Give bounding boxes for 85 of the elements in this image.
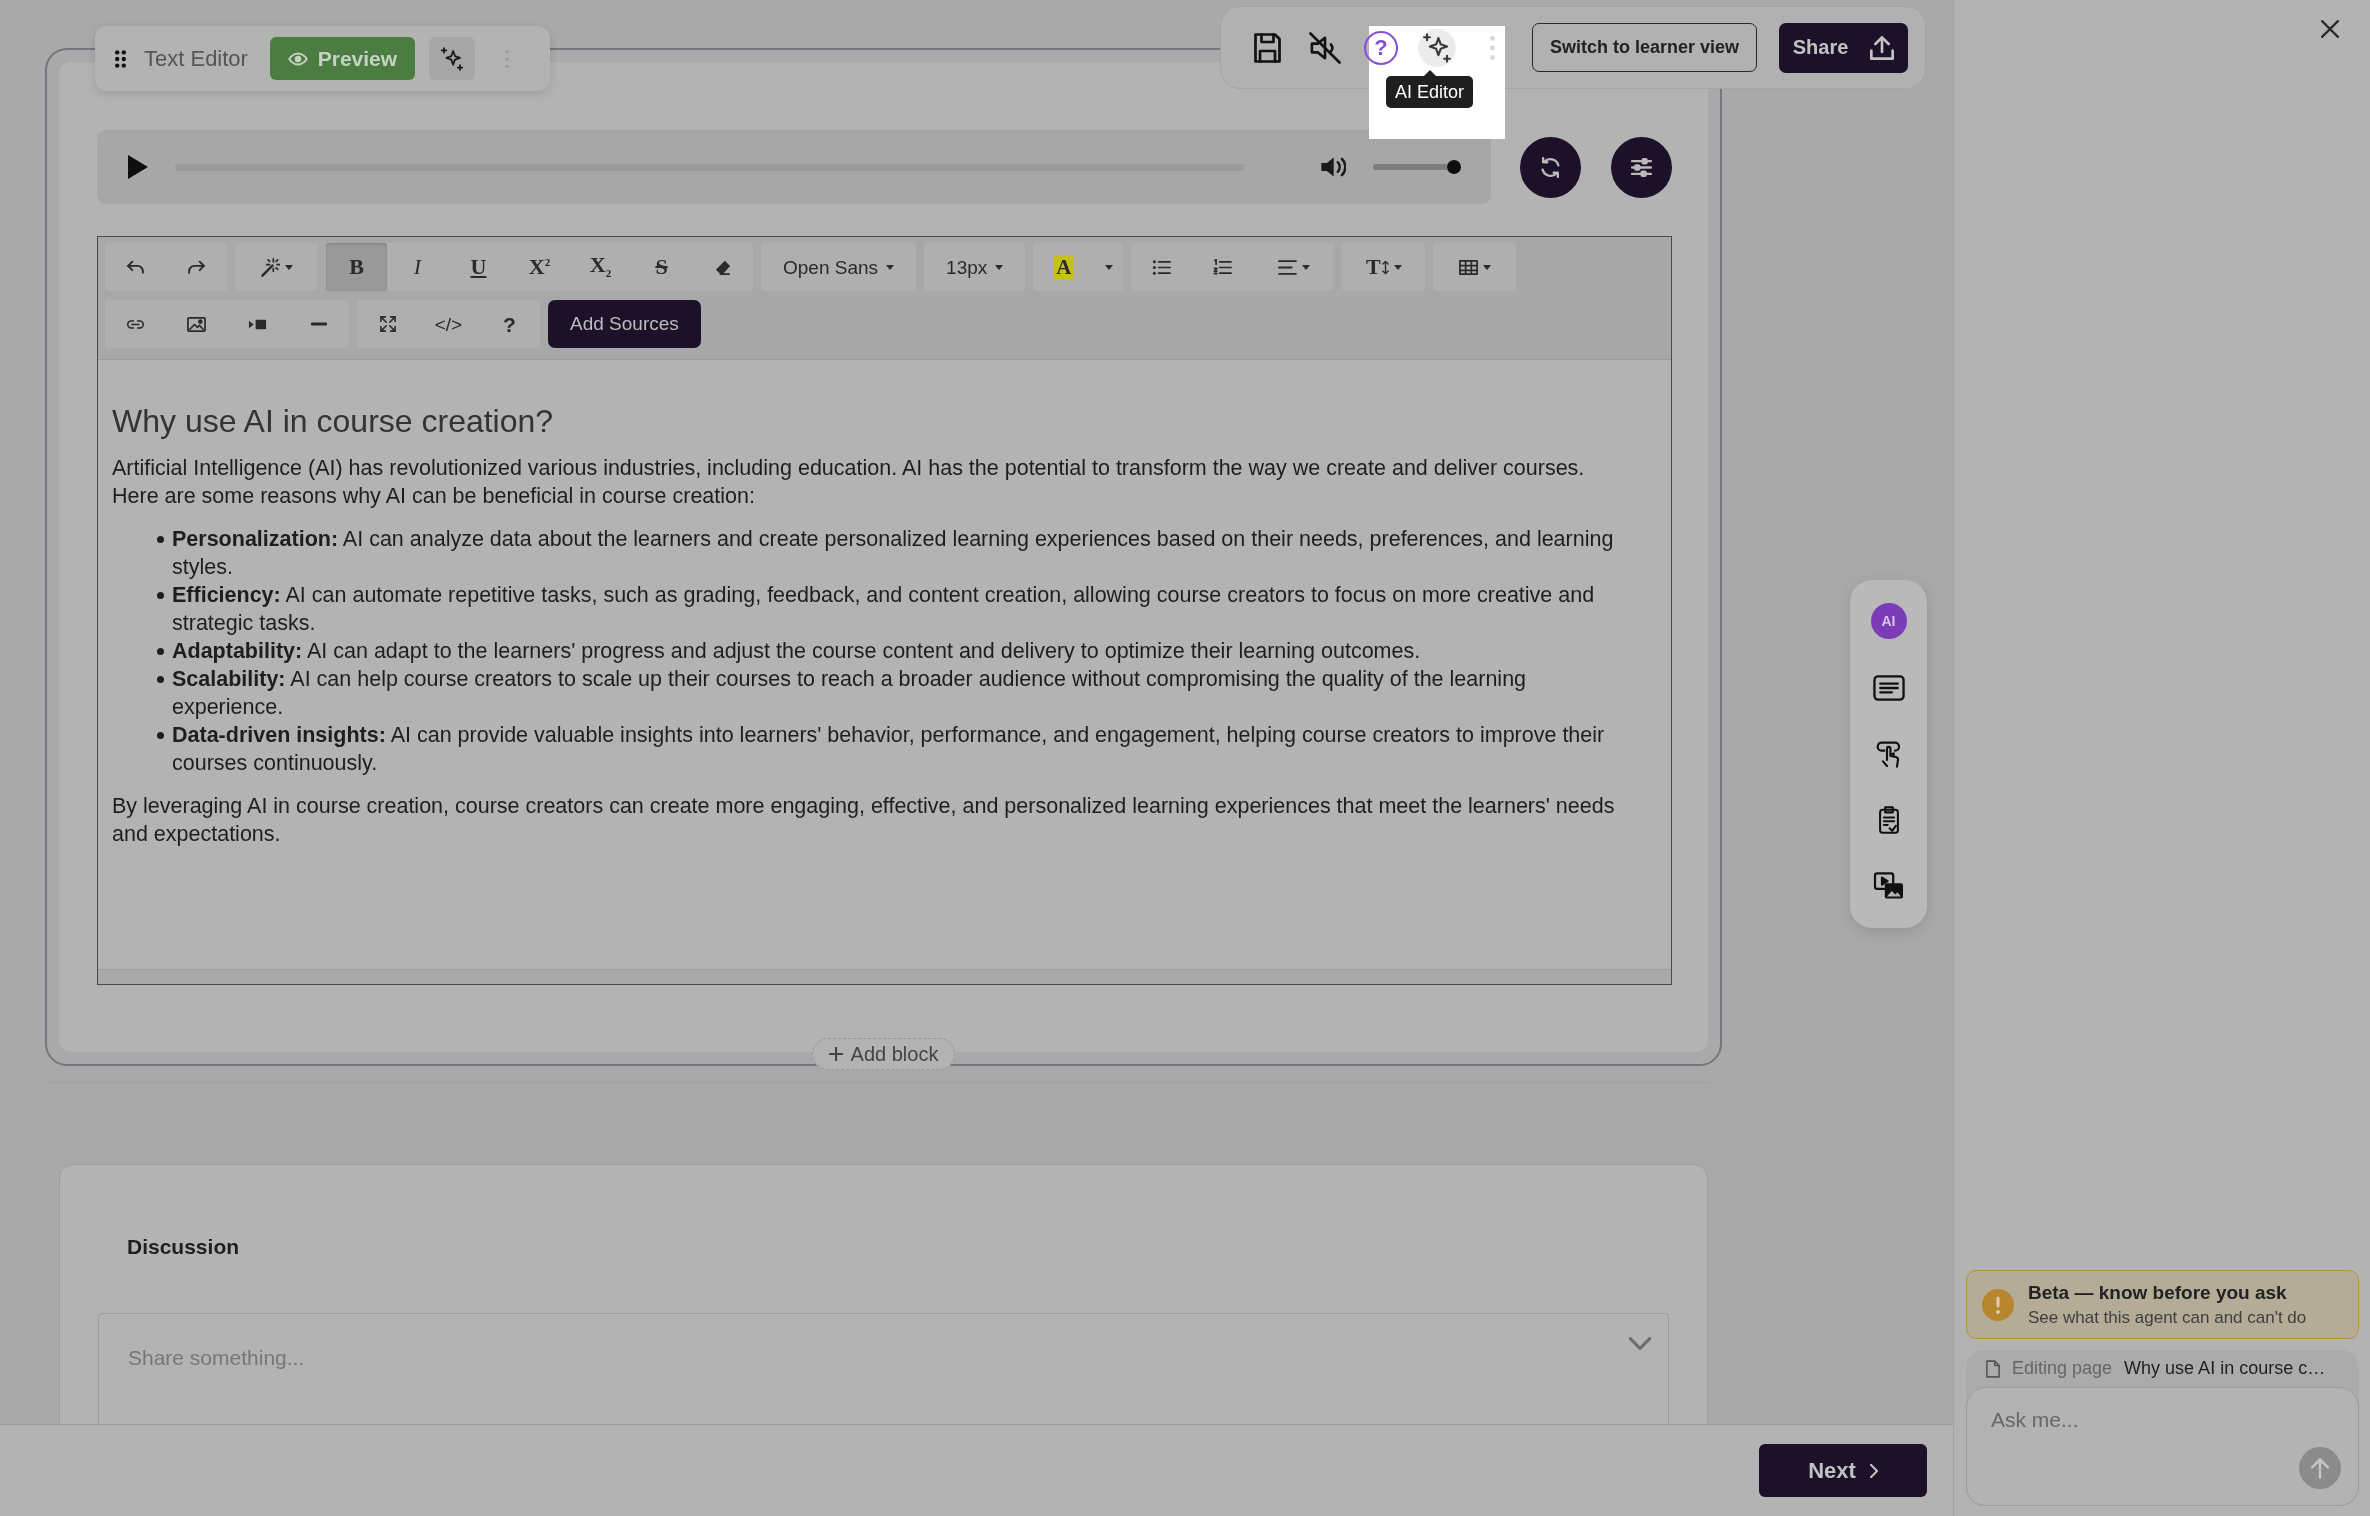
paragraph: By leveraging AI in course creation, course creators can create more engaging, effective, and personalized learning experiences that meet the learners' needs and expectations. [112,793,1616,848]
save-icon[interactable] [1252,32,1282,63]
list-item: Data-driven insights: AI can provide valuable insights into learners' behavior, performance, and engagement, helping course creators to improve their courses continuously. [172,722,1606,777]
line-height-button[interactable]: T [1342,243,1426,291]
upload-icon [1870,35,1895,60]
caret-icon [1104,264,1113,270]
add-sources-button[interactable]: Add Sources [548,300,701,348]
list-item: Personalization: AI can analyze data about the learners and create personalized learning experiences based on their needs, preferences, and learning styles. [172,526,1615,581]
horizontal-line-icon [310,322,327,326]
help-button[interactable]: ? [479,300,540,348]
next-button[interactable]: Next [1759,1444,1927,1497]
bullet-icon [157,732,164,739]
context-page-title: Why use AI in course c… [2124,1358,2326,1379]
ai-sparkle-button[interactable] [428,37,475,80]
text-color-button[interactable]: A [1033,243,1095,291]
content-heading: Why use AI in course creation? [112,402,555,440]
discussion-title: Discussion [127,1234,241,1260]
tooltip: AI Editor [1386,70,1474,108]
magic-wand-icon [260,257,280,277]
add-block-button[interactable]: Add block [811,1038,956,1070]
bullet-icon [157,536,164,543]
list-item: Adaptability: AI can adapt to the learners' progress and adjust the course content and delivery to optimize their learning outcomes. [172,638,1422,665]
drag-handle-icon[interactable] [115,49,126,68]
eye-icon [287,51,308,66]
up-down-arrow-icon [1381,259,1389,275]
block-type-label: Text Editor [144,45,248,72]
volume-thumb[interactable] [1447,160,1461,174]
chevron-right-icon [1869,1463,1878,1478]
media-icon[interactable] [1872,872,1905,900]
underline-button[interactable]: U [448,243,509,291]
play-icon[interactable] [128,155,148,179]
redo-icon [187,258,206,276]
toolbar-dropdown[interactable]: 13px [924,243,1026,291]
strikethrough-button[interactable]: S [631,243,692,291]
alert-icon [1982,1288,2014,1321]
volume-slider[interactable] [1373,164,1447,170]
bold-button[interactable]: B [326,243,387,291]
ai-assistant-button[interactable]: AI [1870,603,1907,639]
caret-icon [1482,264,1491,270]
superscript-button[interactable]: X$^{2}$ [509,243,570,291]
arrow-up-icon [2311,1457,2329,1479]
muted-speaker-icon[interactable] [1308,31,1341,64]
caret-icon [995,264,1004,270]
notice-text: See what this agent can and can't do [2028,1307,2307,1328]
expand-icon [379,316,396,332]
bullet-icon [157,648,164,655]
bullet-icon [157,676,164,683]
align-left-icon [1277,258,1297,276]
context-label: Editing page [2012,1358,2113,1379]
toolbar-dropdown[interactable]: Open Sans [761,243,917,291]
eraser-icon [714,259,731,275]
undo-icon [126,258,145,276]
subscript-button[interactable]: X$_{2}$ [570,243,631,291]
sparkle-icon [1421,32,1452,63]
caret-icon [886,264,895,270]
comment-field[interactable]: Share something... [98,1313,1669,1424]
sparkle-icon [439,46,464,71]
plus-icon [828,1047,843,1061]
bullet-icon [157,592,164,599]
close-icon[interactable] [2321,20,2339,38]
volume-icon[interactable] [1320,156,1346,178]
notice-title: Beta — know before you ask [2028,1281,2288,1304]
list-item: Scalability: AI can help course creators to scale up their courses to reach a broader audience without compromising the quality of the learning experience. [172,666,1528,721]
image-icon [187,315,206,333]
caret-icon [1393,264,1402,270]
refresh-icon [1540,156,1561,178]
bullet-list-icon [1152,258,1172,276]
document-icon [1986,1359,2000,1378]
beta-notice[interactable]: Beta — know before you ask See what this agent can and can't do [1966,1270,2359,1339]
settings-button[interactable] [1611,136,1672,198]
chat-input[interactable]: Ask me... [1966,1387,2359,1506]
caret-icon [284,264,293,270]
caret-icon [1301,264,1310,270]
paragraph: Artificial Intelligence (AI) has revolutionized various industries, including education. AI has the potential to transform the way we create and deliver courses. Here are some reasons why AI can be beneficial in course creation: [112,455,1586,510]
refresh-button[interactable] [1520,136,1581,198]
numbered-list-icon [1213,258,1233,276]
tooltip-arrow-icon [1423,70,1436,76]
sliders-icon [1631,156,1652,178]
share-button[interactable]: Share [1779,22,1908,73]
code-view-button[interactable]: </> [418,300,479,348]
text-block-icon[interactable] [1872,674,1905,702]
table-icon [1458,258,1478,276]
learner-view-button[interactable]: Switch to learner view [1531,23,1757,72]
list-item: Efficiency: AI can automate repetitive tasks, such as grading, feedback, and content creation, allowing course creators to focus on more creative and strategic tasks. [172,582,1596,637]
italic-button[interactable]: I [387,243,448,291]
